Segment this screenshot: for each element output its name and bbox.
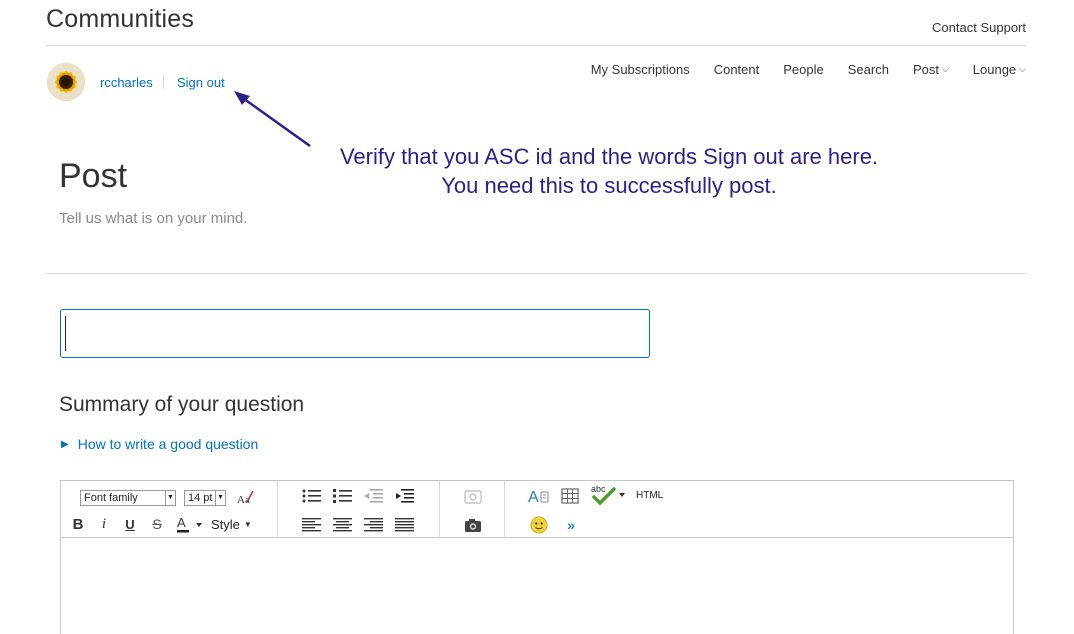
dropdown-arrow-icon: ▼ bbox=[243, 519, 252, 529]
insert-image-icon[interactable] bbox=[462, 515, 484, 535]
html-source-button[interactable]: HTML bbox=[636, 490, 663, 501]
howto-link[interactable]: How to write a good question bbox=[78, 436, 259, 452]
sign-out-link[interactable]: Sign out bbox=[177, 75, 225, 90]
font-family-value: Font family bbox=[84, 492, 138, 504]
dropdown-arrow-icon: ▼ bbox=[165, 491, 175, 505]
nav-item-post[interactable]: Post ⌵ bbox=[913, 62, 949, 77]
font-size-select[interactable]: 14 pt ▼ bbox=[184, 490, 226, 506]
font-color-icon[interactable]: A bbox=[174, 514, 204, 534]
nav-item-people[interactable]: People bbox=[783, 62, 823, 77]
page-title: Post bbox=[59, 157, 128, 195]
bold-icon[interactable]: B bbox=[67, 514, 89, 534]
annotation-line-1: Verify that you ASC id and the words Sig… bbox=[339, 144, 879, 169]
spellcheck-label: abc bbox=[591, 484, 606, 494]
svg-text:A: A bbox=[177, 515, 186, 530]
chevron-down-icon: ⌵ bbox=[941, 64, 949, 74]
annotation-arrow-icon bbox=[234, 91, 311, 148]
toolbar-divider bbox=[277, 481, 278, 538]
avatar[interactable] bbox=[47, 63, 85, 101]
dropdown-arrow-icon: ▼ bbox=[215, 491, 225, 505]
disclosure-triangle-icon: ▶ bbox=[61, 438, 69, 450]
nav-item-label: My Subscriptions bbox=[590, 62, 690, 77]
subject-input[interactable] bbox=[60, 309, 650, 358]
style-label: Style bbox=[211, 516, 240, 532]
insert-video-icon[interactable] bbox=[462, 487, 484, 507]
numbered-list-icon[interactable] bbox=[332, 486, 354, 506]
header-divider bbox=[46, 45, 1026, 46]
nav-item-label: Post bbox=[912, 62, 939, 77]
indent-icon[interactable] bbox=[394, 486, 416, 506]
svg-text:A: A bbox=[528, 489, 539, 505]
annotation-callout: Verify that you ASC id and the words Sig… bbox=[316, 142, 902, 200]
bulleted-list-icon[interactable] bbox=[301, 486, 323, 506]
italic-icon[interactable]: i bbox=[93, 514, 115, 534]
nav-item-label: People bbox=[783, 62, 824, 77]
section-divider bbox=[46, 273, 1026, 274]
username-link[interactable]: rccharles bbox=[100, 75, 153, 90]
sunflower-avatar-image bbox=[47, 63, 85, 101]
align-justify-icon[interactable] bbox=[394, 515, 416, 535]
annotation-line-2: You need this to successfully post. bbox=[441, 173, 777, 198]
font-family-select[interactable]: Font family ▼ bbox=[80, 490, 176, 506]
main-nav: My Subscriptions Content People Search P… bbox=[567, 62, 1026, 77]
clear-format-icon[interactable]: Aa bbox=[234, 487, 256, 507]
align-right-icon[interactable] bbox=[363, 515, 385, 535]
nav-item-my-subscriptions[interactable]: My Subscriptions bbox=[591, 62, 690, 77]
editor-body[interactable] bbox=[61, 538, 1013, 634]
nav-item-label: Content bbox=[713, 62, 760, 77]
user-links-separator bbox=[163, 75, 164, 89]
nav-item-label: Lounge bbox=[972, 62, 1017, 77]
emoticon-icon[interactable] bbox=[528, 515, 550, 535]
toolbar-divider bbox=[439, 481, 440, 538]
spellcheck-icon[interactable]: abc bbox=[590, 484, 628, 505]
align-left-icon[interactable] bbox=[301, 515, 323, 535]
editor-toolbar: Font family ▼ 14 pt ▼ Aa B i U S A Style… bbox=[61, 481, 1013, 538]
style-select[interactable]: Style ▼ bbox=[211, 514, 257, 534]
howto-disclosure[interactable]: ▶ How to write a good question bbox=[61, 436, 258, 452]
more-icon[interactable]: » bbox=[560, 515, 582, 535]
page-subtitle: Tell us what is on your mind. bbox=[59, 210, 248, 227]
nav-item-lounge[interactable]: Lounge ⌵ bbox=[973, 62, 1026, 77]
font-size-value: 14 pt bbox=[188, 492, 213, 504]
contact-support-link[interactable]: Contact Support bbox=[932, 20, 1026, 35]
site-title[interactable]: Communities bbox=[46, 5, 194, 34]
underline-icon[interactable]: U bbox=[119, 514, 141, 534]
text-caret bbox=[65, 316, 66, 351]
summary-heading: Summary of your question bbox=[59, 393, 305, 416]
table-icon[interactable] bbox=[559, 486, 581, 506]
nav-item-search[interactable]: Search bbox=[848, 62, 889, 77]
rich-text-editor: Font family ▼ 14 pt ▼ Aa B i U S A Style… bbox=[60, 480, 1014, 634]
nav-item-label: Search bbox=[847, 62, 889, 77]
nav-item-content[interactable]: Content bbox=[714, 62, 760, 77]
strikethrough-icon[interactable]: S bbox=[146, 514, 168, 534]
outdent-icon[interactable] bbox=[363, 486, 385, 506]
align-center-icon[interactable] bbox=[332, 515, 354, 535]
text-style-icon[interactable]: A bbox=[528, 486, 550, 506]
chevron-down-icon: ⌵ bbox=[1019, 64, 1026, 74]
toolbar-divider bbox=[504, 481, 505, 538]
